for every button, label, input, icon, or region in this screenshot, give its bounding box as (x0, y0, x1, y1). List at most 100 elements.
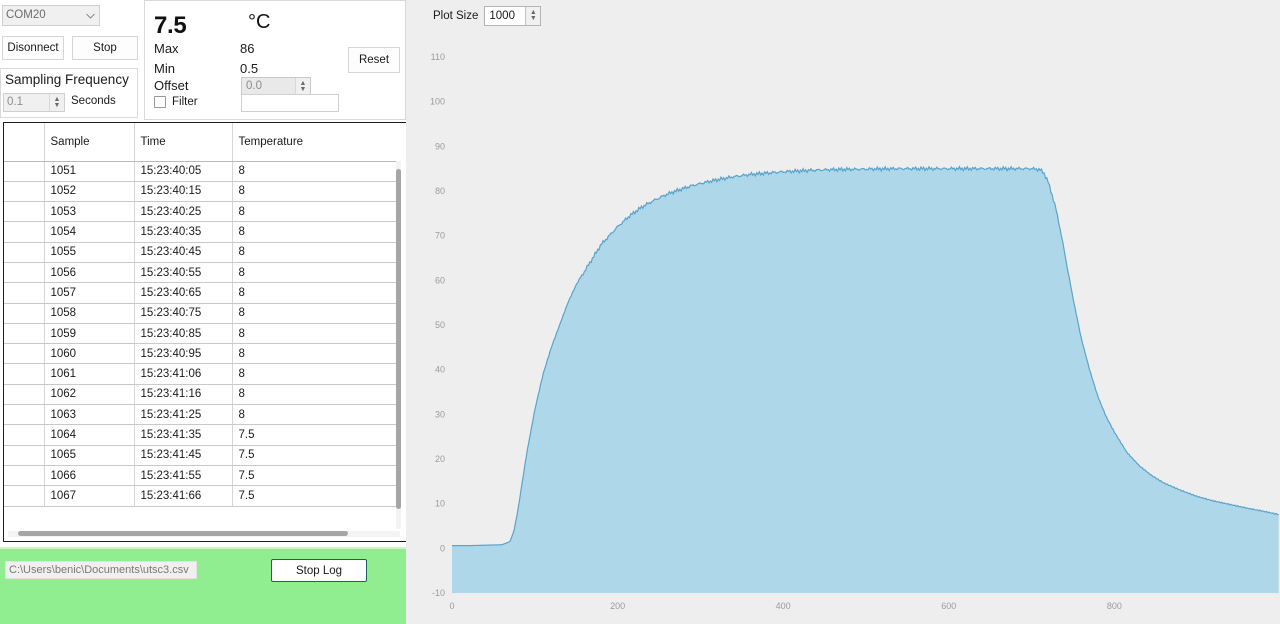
temperature-unit-label: °C (248, 11, 271, 33)
time-cell: 15:23:41:35 (134, 424, 233, 446)
filter-checkbox-row[interactable]: Filter (154, 96, 198, 108)
column-header-select[interactable] (4, 123, 45, 162)
y-tick-label: 90 (435, 141, 445, 151)
sampling-frequency-label: Sampling Frequency (5, 72, 129, 87)
x-tick-label: 600 (941, 601, 956, 611)
samples-table-body: 1051 15:23:40:05 8 1052 15:23:40:15 8 1053 15:2… (4, 161, 396, 507)
table-row[interactable]: 1053 15:23:40:25 8 (4, 201, 396, 223)
stop-log-button[interactable]: Stop Log (271, 559, 367, 582)
table-row[interactable]: 1052 15:23:40:15 8 (4, 181, 396, 203)
filter-checkbox[interactable] (154, 96, 166, 108)
time-cell: 15:23:40:75 (134, 303, 233, 324)
spinner-down-icon: ▼ (299, 85, 307, 93)
table-row[interactable]: 1066 15:23:41:55 7.5 (4, 465, 396, 487)
plot-area: Plot Size 1000 ▲ ▼ -10 0 10 20 30 40 50 60 70 80 9… (406, 0, 1280, 624)
temperature-cell: 8 (232, 343, 396, 365)
time-cell: 15:23:40:65 (134, 282, 233, 304)
chart-area-fill (452, 166, 1279, 593)
table-row[interactable]: 1064 15:23:41:35 7.5 (4, 424, 396, 446)
table-row[interactable]: 1060 15:23:40:95 8 (4, 343, 396, 365)
row-select-cell (4, 221, 45, 243)
sample-cell: 1057 (44, 282, 135, 304)
y-tick-label: 60 (435, 275, 445, 285)
chevron-down-icon (86, 6, 95, 25)
com-port-select[interactable]: COM20 (2, 5, 100, 26)
row-select-cell (4, 404, 45, 426)
serial-temperature-logger-window: COM20 Disonnect Stop Sampling Frequency … (0, 0, 1280, 624)
disconnect-button[interactable]: Disonnect (2, 36, 64, 60)
max-value: 86 (240, 41, 255, 56)
time-cell: 15:23:41:66 (134, 485, 233, 507)
sample-cell: 1062 (44, 384, 135, 406)
sample-cell: 1052 (44, 181, 135, 203)
table-row[interactable]: 1063 15:23:41:25 8 (4, 404, 396, 426)
sample-cell: 1059 (44, 323, 135, 345)
temperature-chart: -10 0 10 20 30 40 50 60 70 80 90 100 110 0 200 400 600 80… (430, 52, 1279, 611)
offset-label: Offset (154, 78, 189, 93)
temperature-cell: 8 (232, 181, 396, 203)
sample-cell: 1066 (44, 465, 135, 487)
row-select-cell (4, 343, 45, 365)
table-horizontal-scrollbar[interactable] (8, 531, 400, 537)
samples-table: Sample Time Temperature 1051 15:23:40:05 8… (4, 123, 396, 507)
sample-cell: 1065 (44, 445, 135, 466)
row-select-cell (4, 262, 45, 284)
row-select-cell (4, 445, 45, 466)
table-row[interactable]: 1056 15:23:40:55 8 (4, 262, 396, 284)
filter-label: Filter (172, 96, 198, 108)
temperature-cell: 8 (232, 303, 396, 324)
table-row[interactable]: 1054 15:23:40:35 8 (4, 221, 396, 243)
left-control-panel: COM20 Disonnect Stop Sampling Frequency … (0, 0, 407, 624)
sampling-frequency-stepper[interactable]: ▲ ▼ (49, 94, 64, 111)
row-select-cell (4, 363, 45, 385)
temperature-cell: 8 (232, 404, 396, 426)
table-vertical-scrollbar[interactable] (396, 161, 401, 529)
time-cell: 15:23:40:15 (134, 181, 233, 203)
table-row[interactable]: 1051 15:23:40:05 8 (4, 161, 396, 182)
y-tick-label: -10 (432, 588, 445, 598)
offset-stepper[interactable]: ▲ ▼ (295, 78, 310, 95)
table-horizontal-scrollbar-thumb[interactable] (18, 531, 348, 536)
temperature-cell: 8 (232, 161, 396, 182)
y-tick-label: 110 (431, 52, 445, 62)
reset-button[interactable]: Reset (348, 47, 400, 73)
offset-value: 0.0 (246, 80, 262, 92)
temperature-cell: 8 (232, 242, 396, 263)
x-tick-label: 800 (1107, 601, 1122, 611)
stop-button[interactable]: Stop (72, 36, 138, 60)
table-vertical-scrollbar-thumb[interactable] (396, 169, 401, 509)
table-row[interactable]: 1065 15:23:41:45 7.5 (4, 445, 396, 466)
y-tick-label: 100 (430, 97, 445, 107)
temperature-cell: 8 (232, 384, 396, 406)
top-controls: COM20 Disonnect Stop Sampling Frequency … (0, 0, 406, 120)
y-tick-label: 30 (435, 409, 445, 419)
column-header-sample[interactable]: Sample (44, 123, 135, 162)
table-row[interactable]: 1061 15:23:41:06 8 (4, 363, 396, 385)
column-header-time[interactable]: Time (134, 123, 233, 162)
temperature-cell: 8 (232, 282, 396, 304)
time-cell: 15:23:40:35 (134, 221, 233, 243)
log-file-path-input[interactable]: C:\Users\benic\Documents\utsc3.csv (5, 561, 197, 579)
samples-table-head: Sample Time Temperature (4, 123, 396, 162)
y-tick-label: 50 (435, 320, 445, 330)
y-tick-label: 0 (440, 543, 445, 553)
y-tick-label: 80 (435, 186, 445, 196)
row-select-cell (4, 485, 45, 507)
table-row[interactable]: 1059 15:23:40:85 8 (4, 323, 396, 345)
logging-panel: C:\Users\benic\Documents\utsc3.csv Stop … (0, 547, 406, 624)
table-row[interactable]: 1057 15:23:40:65 8 (4, 282, 396, 304)
sample-cell: 1055 (44, 242, 135, 263)
table-row[interactable]: 1058 15:23:40:75 8 (4, 303, 396, 324)
filter-input[interactable] (241, 94, 339, 112)
y-tick-label: 40 (435, 365, 445, 375)
row-select-cell (4, 303, 45, 324)
table-row[interactable]: 1062 15:23:41:16 8 (4, 384, 396, 406)
table-row[interactable]: 1067 15:23:41:66 7.5 (4, 485, 396, 507)
sampling-frequency-input[interactable]: 0.1 ▲ ▼ (3, 93, 65, 112)
table-row[interactable]: 1055 15:23:40:45 8 (4, 242, 396, 263)
temperature-cell: 7.5 (232, 465, 396, 487)
column-header-temperature[interactable]: Temperature (232, 123, 396, 162)
y-tick-label: 10 (435, 499, 445, 509)
x-tick-label: 400 (776, 601, 791, 611)
row-select-cell (4, 282, 45, 304)
